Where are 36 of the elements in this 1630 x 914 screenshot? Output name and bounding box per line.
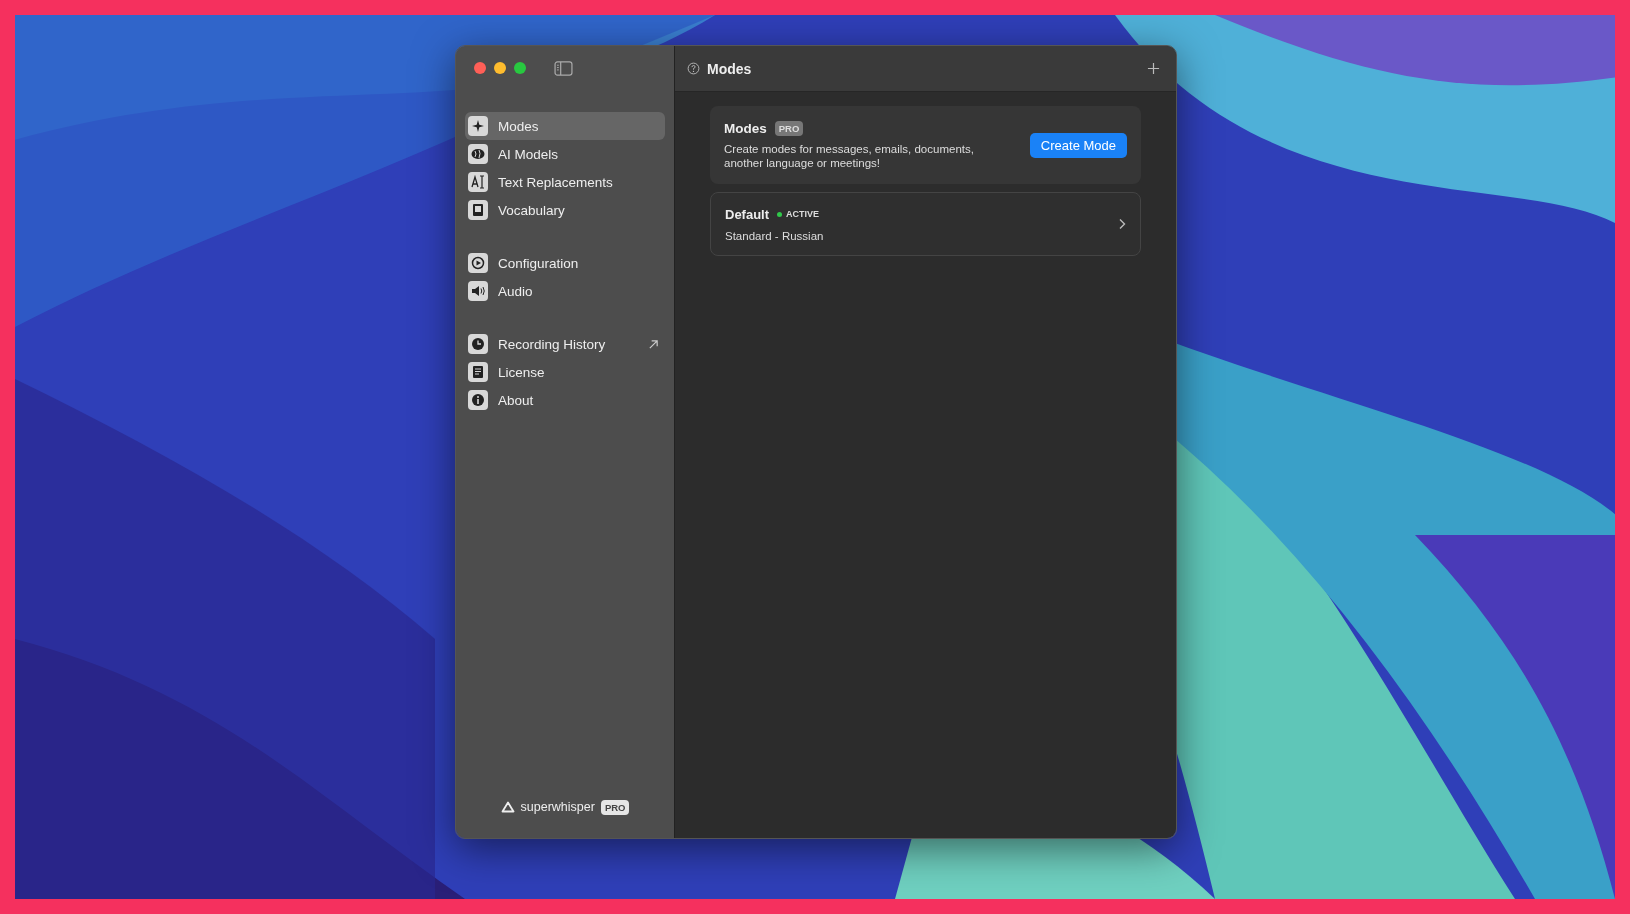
mode-name: Default <box>725 206 770 222</box>
info-icon <box>468 390 488 410</box>
sidebar-item[interactable]: Modes <box>465 112 665 140</box>
brand-name: superwhisper <box>520 800 595 814</box>
sidebar-item[interactable]: Audio <box>465 277 665 305</box>
help-icon <box>687 62 700 75</box>
description: Create modes for messages, emails, documents, another language or meetings! <box>724 141 975 170</box>
pro-badge: PRO <box>600 799 630 815</box>
sidebar-toggle-icon <box>554 60 573 76</box>
arrow-icon <box>648 338 659 350</box>
status-label: ACTIVE <box>786 209 820 219</box>
chevron-icon <box>1118 218 1126 230</box>
speaker-icon <box>468 281 488 301</box>
document-icon <box>468 362 488 382</box>
window-title: Modes <box>707 60 752 77</box>
minimize-button[interactable] <box>494 62 506 74</box>
sidebar-item[interactable]: Configuration <box>465 249 665 277</box>
clock-icon <box>468 334 488 354</box>
mode-row[interactable]: Default ACTIVE Standard - Russian <box>710 192 1141 256</box>
sparkle-icon <box>468 116 488 136</box>
sidebar-item[interactable]: AI Models <box>465 140 665 168</box>
text-cursor-icon <box>468 172 488 192</box>
close-button[interactable] <box>474 62 486 74</box>
book-icon <box>468 200 488 220</box>
triangle-icon <box>500 801 515 813</box>
create-mode-button[interactable]: Create Mode <box>1029 132 1127 158</box>
sidebar-item[interactable]: About <box>465 386 665 414</box>
zoom-button[interactable] <box>514 62 526 74</box>
pro-badge: PRO <box>774 120 804 136</box>
sidebar-item[interactable]: Text Replacements <box>465 168 665 196</box>
sidebar-item[interactable]: License <box>465 358 665 386</box>
sidebar-item[interactable]: Recording History <box>465 330 665 358</box>
card-title: Modes <box>724 120 767 136</box>
mode-subtitle: Standard - Russian <box>725 229 825 242</box>
sidebar-item[interactable]: Vocabulary <box>465 196 665 224</box>
plus-icon <box>1147 62 1160 75</box>
